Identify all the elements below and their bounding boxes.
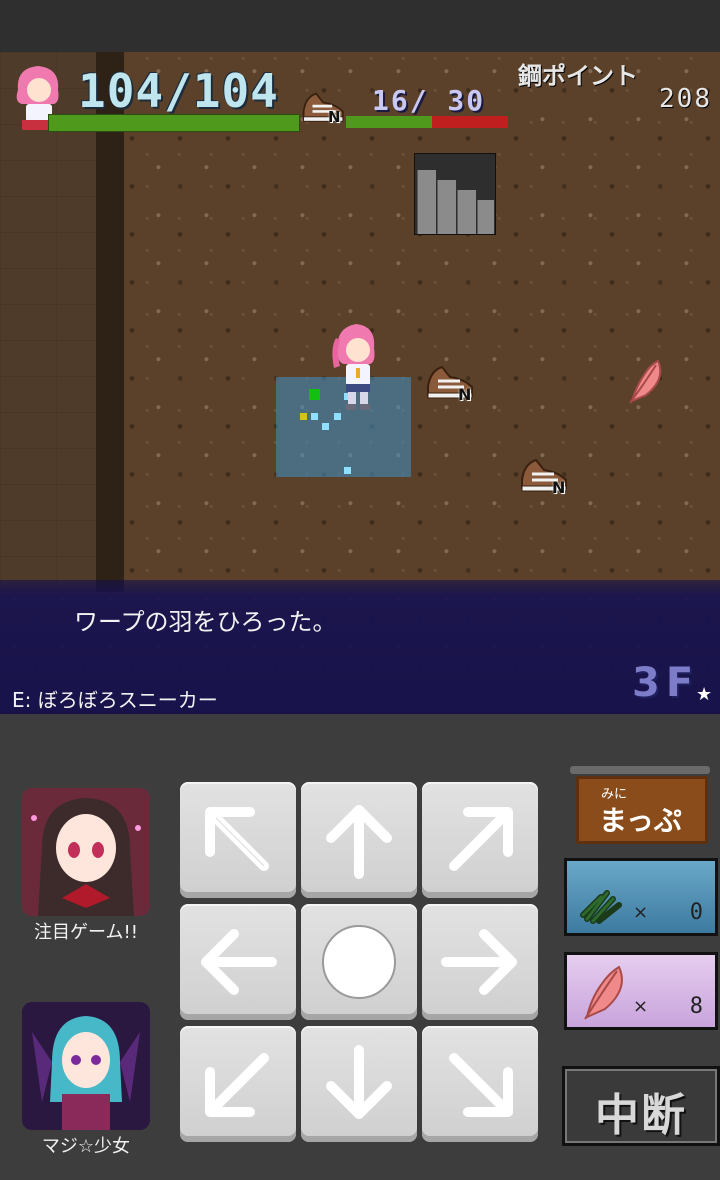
arrow-down-left-icon — [205, 1053, 269, 1117]
inventory-slot-grass[interactable]: × 0 — [564, 858, 718, 936]
control-panel: 注目ゲーム!! マジ☆少女 みに まっぷ × 0 × 8 中断 — [0, 714, 720, 1180]
arrow-down-right-icon — [449, 1053, 513, 1117]
minimap-item-dot — [322, 423, 329, 430]
floor-star: ★ — [696, 684, 713, 705]
sneaker-icon — [427, 365, 473, 399]
inventory-times-grass: × — [633, 902, 649, 923]
circle-icon — [322, 925, 396, 999]
floor-indicator: 3F — [632, 660, 700, 706]
arrow-up-icon — [326, 805, 392, 879]
equipped-item-text: E: ぼろぼろスニーカー — [12, 688, 218, 712]
pp-readout: 16/ 30 — [372, 84, 486, 117]
sneaker-icon — [302, 92, 344, 122]
item-badge: N — [458, 385, 472, 404]
minimap-sign[interactable]: みに まっぷ — [576, 776, 708, 844]
ad-featured-game-label[interactable]: 注目ゲーム!! — [22, 918, 150, 944]
status-bar — [0, 0, 720, 52]
minimap-player-dot — [300, 413, 307, 420]
hp-readout: 104/104 — [78, 64, 279, 118]
feather-icon — [629, 359, 662, 404]
equip-badge: N — [328, 108, 341, 126]
arrow-down-icon — [326, 1045, 392, 1119]
stairs-tile — [414, 153, 496, 235]
sneaker-item[interactable]: N — [518, 450, 574, 500]
inventory-times-feather: × — [633, 996, 649, 1017]
move-up-button[interactable] — [301, 782, 417, 898]
ad-maji-shoujo-image[interactable] — [22, 1002, 150, 1130]
minimap-item-dot — [334, 413, 341, 420]
grass-icon — [580, 890, 622, 924]
steel-points-label: 鋼ポイント — [518, 62, 638, 90]
minimap-stairs-dot — [309, 389, 320, 400]
sneaker-item[interactable]: N — [424, 357, 480, 407]
dungeon-view: N N 104/104 N 16/ 30 鋼ポイント 208 ワープの羽をひろっ… — [0, 52, 720, 714]
arrow-right-icon — [441, 929, 517, 995]
message-text: ワープの羽をひろった。 — [74, 608, 337, 636]
ad-maji-shoujo[interactable]: マジ☆少女 — [22, 1002, 150, 1158]
item-badge: N — [552, 478, 566, 497]
move-down-button[interactable] — [301, 1026, 417, 1142]
move-up-right-button[interactable] — [422, 782, 538, 898]
move-right-button[interactable] — [422, 904, 538, 1020]
minimap-item-dot — [311, 413, 318, 420]
wait-button[interactable] — [301, 904, 417, 1020]
wall-shadow — [96, 52, 124, 592]
inventory-count-feather: 8 — [689, 994, 703, 1019]
pp-bar — [346, 116, 508, 128]
suspend-button[interactable]: 中断 — [562, 1066, 720, 1146]
pp-bar-fill — [346, 116, 433, 128]
sneaker-icon — [521, 458, 567, 492]
ad-maji-shoujo-label[interactable]: マジ☆少女 — [22, 1132, 150, 1158]
move-down-right-button[interactable] — [422, 1026, 538, 1142]
player-character — [332, 324, 375, 410]
inventory-count-grass: 0 — [689, 900, 703, 925]
minimap-button[interactable]: みに まっぷ — [566, 764, 714, 844]
move-left-button[interactable] — [180, 904, 296, 1020]
move-down-left-button[interactable] — [180, 1026, 296, 1142]
move-up-left-button[interactable] — [180, 782, 296, 898]
inventory-slot-feather[interactable]: × 8 — [564, 952, 718, 1030]
equipped-shoes: N — [300, 82, 350, 132]
steel-points-value: 208 — [659, 84, 712, 114]
arrow-up-left-icon — [205, 807, 269, 871]
sign-bar — [570, 766, 710, 774]
message-panel: ワープの羽をひろった。 E: ぼろぼろスニーカー 3F ★ — [0, 580, 720, 714]
hp-bar — [48, 114, 300, 132]
warp-feather-item[interactable] — [622, 357, 666, 405]
minimap-big-label: まっぷ — [599, 804, 682, 837]
minimap-item-dot — [344, 467, 351, 474]
suspend-label: 中断 — [595, 1090, 687, 1141]
ad-featured-game-image[interactable] — [22, 788, 150, 916]
feather-icon — [584, 965, 623, 1020]
arrow-left-icon — [201, 929, 277, 995]
ad-featured-game[interactable]: 注目ゲーム!! — [22, 788, 150, 944]
arrow-up-right-icon — [449, 807, 513, 871]
